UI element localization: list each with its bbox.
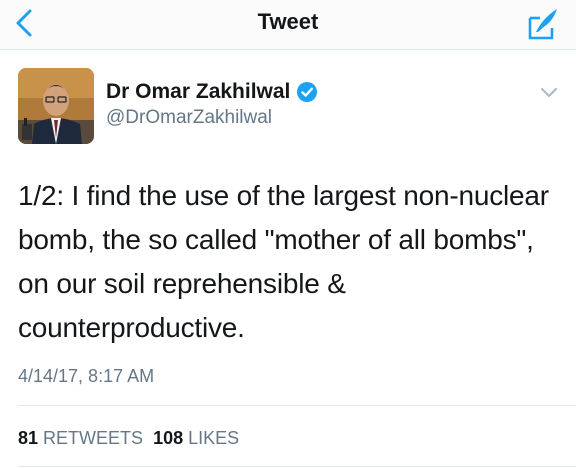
- nav-bar: Tweet: [0, 0, 576, 50]
- author-name[interactable]: Dr Omar Zakhilwal: [106, 80, 290, 104]
- verified-badge-icon: [297, 82, 318, 102]
- likes-stat[interactable]: 108 LIKES: [153, 428, 239, 448]
- likes-label: LIKES: [188, 428, 240, 448]
- divider: [18, 466, 576, 467]
- retweets-count: 81: [18, 428, 39, 448]
- retweets-stat[interactable]: 81 RETWEETS: [18, 428, 143, 448]
- divider: [18, 405, 576, 406]
- retweets-label: RETWEETS: [43, 428, 144, 448]
- tweet-stats: 81 RETWEETS 108 LIKES: [18, 428, 239, 449]
- avatar[interactable]: [18, 68, 94, 144]
- author-name-row[interactable]: Dr Omar Zakhilwal: [106, 80, 318, 104]
- tweet-timestamp[interactable]: 4/14/17, 8:17 AM: [18, 366, 154, 387]
- likes-count: 108: [153, 428, 184, 448]
- compose-tweet-icon[interactable]: [524, 6, 560, 42]
- author-handle[interactable]: @DrOmarZakhilwal: [106, 107, 272, 129]
- tweet-text: 1/2: I find the use of the largest non-n…: [18, 180, 549, 343]
- nav-title: Tweet: [257, 9, 319, 34]
- chevron-down-icon[interactable]: [538, 84, 560, 100]
- avatar-image: [18, 68, 94, 144]
